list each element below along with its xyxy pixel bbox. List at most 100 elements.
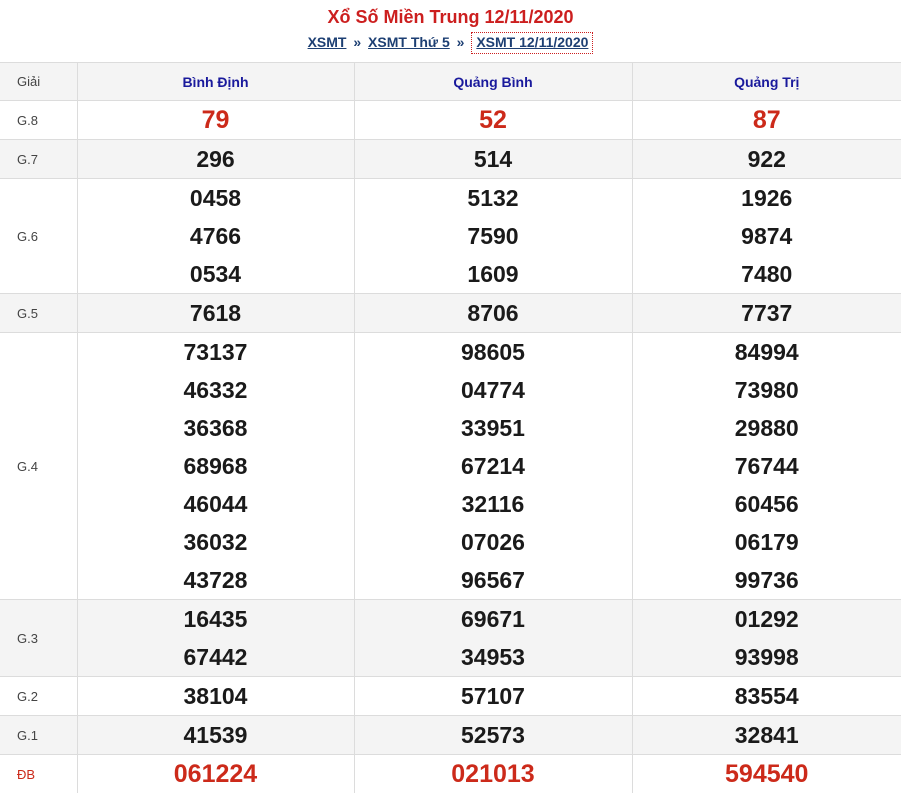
prize-number: 83554 xyxy=(633,677,901,715)
page-title: Xổ Số Miền Trung 12/11/2020 xyxy=(0,0,901,28)
prize-number: 32841 xyxy=(633,716,901,754)
prize-row: G.8795287 xyxy=(0,101,901,140)
prize-cell: 045847660534 xyxy=(77,179,354,294)
prize-label: G.6 xyxy=(0,179,77,294)
prize-cell: 83554 xyxy=(632,677,901,716)
breadcrumb-current-date-link[interactable]: XSMT 12/11/2020 xyxy=(471,32,593,54)
results-table-header-row: Giải Bình Định Quảng Bình Quảng Trị xyxy=(0,63,901,101)
prize-number: 36368 xyxy=(78,409,354,447)
prize-row: G.1415395257332841 xyxy=(0,716,901,755)
prize-row: G.7296514922 xyxy=(0,140,901,179)
prize-number: 7480 xyxy=(633,255,901,293)
prize-number: 52573 xyxy=(355,716,632,754)
prize-number: 68968 xyxy=(78,447,354,485)
prize-number: 5132 xyxy=(355,179,632,217)
prize-number: 0458 xyxy=(78,179,354,217)
prize-cell: 594540 xyxy=(632,755,901,793)
prize-label: G.1 xyxy=(0,716,77,755)
breadcrumb-separator: » xyxy=(350,34,364,50)
prize-cell: 0129293998 xyxy=(632,600,901,677)
prize-number: 29880 xyxy=(633,409,901,447)
prize-number: 34953 xyxy=(355,638,632,676)
prize-number: 021013 xyxy=(355,755,632,793)
page-header: Xổ Số Miền Trung 12/11/2020 XSMT » XSMT … xyxy=(0,0,901,62)
prize-cell: 1643567442 xyxy=(77,600,354,677)
prize-label: G.2 xyxy=(0,677,77,716)
prize-number: 36032 xyxy=(78,523,354,561)
prize-cell: 52 xyxy=(354,101,632,140)
prize-number: 594540 xyxy=(633,755,901,793)
prize-number: 76744 xyxy=(633,447,901,485)
prize-cell: 514 xyxy=(354,140,632,179)
prize-number: 93998 xyxy=(633,638,901,676)
prize-number: 52 xyxy=(355,101,632,139)
prize-number: 46332 xyxy=(78,371,354,409)
prize-number: 60456 xyxy=(633,485,901,523)
prize-number: 8706 xyxy=(355,294,632,332)
prize-cell: 7737 xyxy=(632,294,901,333)
prize-cell: 38104 xyxy=(77,677,354,716)
prize-label: ĐB xyxy=(0,755,77,793)
prize-number: 4766 xyxy=(78,217,354,255)
prize-cell: 7618 xyxy=(77,294,354,333)
prize-cell: 84994739802988076744604560617999736 xyxy=(632,333,901,600)
prize-number: 43728 xyxy=(78,561,354,599)
prize-cell: 922 xyxy=(632,140,901,179)
prize-cell: 32841 xyxy=(632,716,901,755)
prize-number: 96567 xyxy=(355,561,632,599)
prize-cell: 52573 xyxy=(354,716,632,755)
province-header-binh-dinh: Bình Định xyxy=(77,63,354,101)
prize-cell: 79 xyxy=(77,101,354,140)
prize-number: 06179 xyxy=(633,523,901,561)
prize-cell: 513275901609 xyxy=(354,179,632,294)
prize-number: 79 xyxy=(78,101,354,139)
prize-number: 38104 xyxy=(78,677,354,715)
prize-cell: 73137463323636868968460443603243728 xyxy=(77,333,354,600)
prize-number: 67214 xyxy=(355,447,632,485)
prize-number: 1926 xyxy=(633,179,901,217)
prize-row: G.2381045710783554 xyxy=(0,677,901,716)
results-table-body: G.8795287G.7296514922G.60458476605345132… xyxy=(0,101,901,793)
prize-cell: 061224 xyxy=(77,755,354,793)
breadcrumb-xsmt-link[interactable]: XSMT xyxy=(308,34,347,50)
prize-number: 32116 xyxy=(355,485,632,523)
prize-number: 7618 xyxy=(78,294,354,332)
breadcrumb-xsmt-thu5-link[interactable]: XSMT Thứ 5 xyxy=(368,34,450,50)
prize-number: 1609 xyxy=(355,255,632,293)
prize-cell: 8706 xyxy=(354,294,632,333)
prize-number: 04774 xyxy=(355,371,632,409)
prize-number: 99736 xyxy=(633,561,901,599)
prize-number: 061224 xyxy=(78,755,354,793)
prize-cell: 6967134953 xyxy=(354,600,632,677)
prize-number: 0534 xyxy=(78,255,354,293)
prize-column-header: Giải xyxy=(0,63,77,101)
prize-cell: 192698747480 xyxy=(632,179,901,294)
prize-number: 01292 xyxy=(633,600,901,638)
prize-label: G.5 xyxy=(0,294,77,333)
prize-cell: 021013 xyxy=(354,755,632,793)
province-header-quang-tri: Quảng Trị xyxy=(632,63,901,101)
prize-number: 9874 xyxy=(633,217,901,255)
prize-row: G.3164356744269671349530129293998 xyxy=(0,600,901,677)
prize-label: G.3 xyxy=(0,600,77,677)
prize-cell: 98605047743395167214321160702696567 xyxy=(354,333,632,600)
prize-number: 57107 xyxy=(355,677,632,715)
breadcrumb: XSMT » XSMT Thứ 5 » XSMT 12/11/2020 xyxy=(0,32,901,52)
prize-row: G.6045847660534513275901609192698747480 xyxy=(0,179,901,294)
prize-number: 07026 xyxy=(355,523,632,561)
prize-number: 67442 xyxy=(78,638,354,676)
prize-cell: 87 xyxy=(632,101,901,140)
prize-number: 41539 xyxy=(78,716,354,754)
prize-row: ĐB061224021013594540 xyxy=(0,755,901,793)
prize-number: 514 xyxy=(355,140,632,178)
prize-number: 46044 xyxy=(78,485,354,523)
prize-label: G.8 xyxy=(0,101,77,140)
prize-number: 87 xyxy=(633,101,901,139)
prize-number: 33951 xyxy=(355,409,632,447)
prize-row: G.5761887067737 xyxy=(0,294,901,333)
prize-number: 69671 xyxy=(355,600,632,638)
prize-number: 296 xyxy=(78,140,354,178)
breadcrumb-separator: » xyxy=(454,34,468,50)
prize-number: 16435 xyxy=(78,600,354,638)
results-table: Giải Bình Định Quảng Bình Quảng Trị G.87… xyxy=(0,62,901,793)
